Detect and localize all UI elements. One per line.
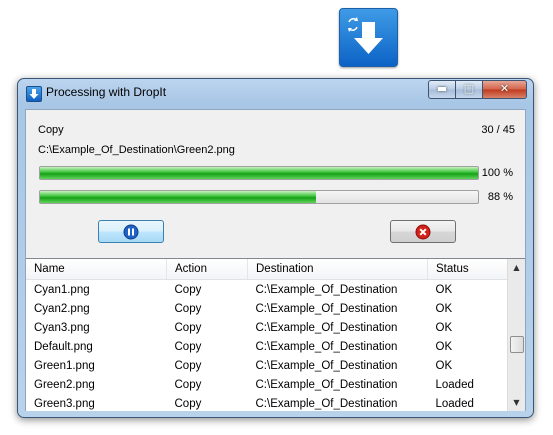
cell-action: Copy [174,340,202,353]
processing-window: Processing with DropIt ▬ □ ✕ Copy 30 / 4… [17,78,534,418]
cell-name: Cyan1.png [34,283,90,296]
cell-action: Copy [174,359,202,372]
total-progress-bar [39,190,479,204]
cell-destination: C:\Example_Of_Destination [255,359,398,372]
cell-action: Copy [174,302,202,315]
scroll-up-icon[interactable]: ▲ [508,259,525,276]
table-header-row: Name Action Destination Status [26,259,511,280]
pause-button[interactable] [98,220,164,243]
table-row[interactable]: Default.png Copy C:\Example_Of_Destinati… [26,337,511,356]
arrow-down-icon [348,17,383,54]
file-counter: 30 / 45 [481,124,515,136]
file-progress-bar [39,166,479,180]
cell-destination: C:\Example_Of_Destination [255,302,398,315]
table-row[interactable]: Cyan2.png Copy C:\Example_Of_Destination… [26,299,511,318]
column-header-destination[interactable]: Destination [247,259,428,280]
column-header-name[interactable]: Name [26,259,167,280]
scroll-thumb[interactable] [510,336,524,353]
file-list: Name Action Destination Status Cyan1.png… [26,258,525,411]
cell-name: Green3.png [34,397,95,410]
cell-status: OK [435,283,453,296]
minimize-icon: ▬ [436,82,448,95]
cell-status: OK [435,340,453,353]
cell-name: Cyan3.png [34,321,90,334]
cell-status: Loaded [435,397,474,410]
cell-name: Green1.png [34,359,95,372]
close-button[interactable]: ✕ [482,80,527,99]
cell-name: Green2.png [34,378,95,391]
cell-destination: C:\Example_Of_Destination [255,283,398,296]
maximize-button[interactable]: □ [455,80,483,99]
pause-icon [123,224,139,239]
table-row[interactable]: Green1.png Copy C:\Example_Of_Destinatio… [26,356,511,375]
file-progress-percent: 100 % [481,167,513,179]
scroll-down-icon[interactable]: ▼ [508,394,525,411]
file-progress-fill [40,167,478,179]
total-progress-percent: 88 % [487,191,513,203]
table-row[interactable]: Green3.png Copy C:\Example_Of_Destinatio… [26,394,511,411]
cell-destination: C:\Example_Of_Destination [255,340,398,353]
dropit-target-icon[interactable] [339,8,398,67]
cell-destination: C:\Example_Of_Destination [255,397,398,410]
cell-name: Default.png [34,340,93,353]
close-icon [415,224,431,239]
minimize-button[interactable]: ▬ [428,80,456,99]
cell-destination: C:\Example_Of_Destination [255,321,398,334]
vertical-scrollbar[interactable]: ▲ ▼ [507,259,525,411]
cell-action: Copy [174,397,202,410]
cell-status: OK [435,302,453,315]
table-row[interactable]: Cyan3.png Copy C:\Example_Of_Destination… [26,318,511,337]
cell-status: Loaded [435,378,474,391]
column-header-action[interactable]: Action [166,259,248,280]
cell-action: Copy [174,283,202,296]
maximize-icon: □ [463,82,475,95]
table-row[interactable]: Green2.png Copy C:\Example_Of_Destinatio… [26,375,511,394]
cell-status: OK [435,359,453,372]
cell-destination: C:\Example_Of_Destination [255,378,398,391]
column-header-status[interactable]: Status [427,259,511,280]
cell-name: Cyan2.png [34,302,90,315]
current-path-label: C:\Example_Of_Destination\Green2.png [38,144,235,156]
table-row[interactable]: Cyan1.png Copy C:\Example_Of_Destination… [26,280,511,300]
close-window-icon: ✕ [499,82,510,95]
dropit-app-icon [26,86,42,102]
window-client-area: Copy 30 / 45 C:\Example_Of_Destination\G… [25,109,526,411]
caption-buttons: ▬ □ ✕ [428,80,527,99]
cell-action: Copy [174,321,202,334]
cancel-button[interactable] [390,220,456,243]
cell-status: OK [435,321,453,334]
cell-action: Copy [174,378,202,391]
file-table: Name Action Destination Status Cyan1.png… [26,259,511,411]
window-title: Processing with DropIt [46,85,167,99]
action-label: Copy [38,124,64,136]
total-progress-fill [40,191,316,203]
